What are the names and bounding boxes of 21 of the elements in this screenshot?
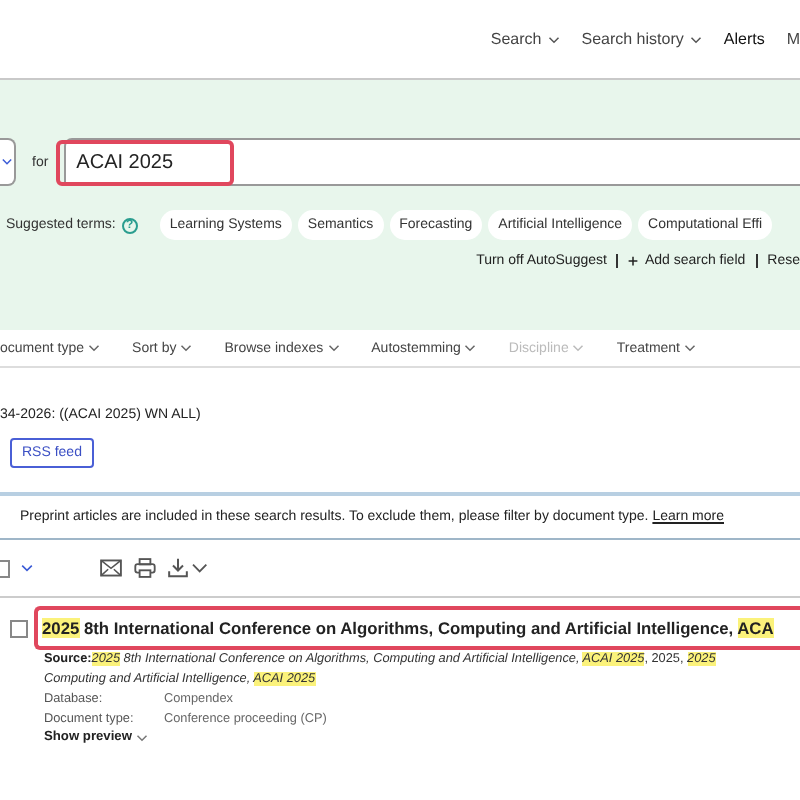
chevron-icon xyxy=(88,344,101,352)
email-icon[interactable] xyxy=(100,558,122,578)
nav-link[interactable]: M xyxy=(786,30,800,48)
field-dropdown[interactable] xyxy=(0,138,16,186)
caret-icon xyxy=(2,158,12,166)
caret-icon[interactable] xyxy=(20,564,34,572)
chevron-icon xyxy=(464,344,477,352)
nav-link[interactable]: Search xyxy=(490,30,560,48)
result-checkbox[interactable] xyxy=(10,619,28,637)
chevron-icon xyxy=(327,344,340,352)
print-icon[interactable] xyxy=(134,558,156,578)
download-icon[interactable] xyxy=(168,558,208,578)
chevron-icon xyxy=(684,344,696,352)
nav-link[interactable]: Search history xyxy=(581,30,702,48)
chevron-icon xyxy=(572,344,585,352)
plus-icon xyxy=(628,256,639,266)
nav-link[interactable]: Alerts xyxy=(723,30,765,48)
chevron-icon xyxy=(135,733,148,741)
result-title-link[interactable]: 2025 8th International Conference on Algorithms, Computing and Artificial Intelligence, ACA xyxy=(34,606,800,650)
chevron-icon xyxy=(180,344,193,352)
select-all-checkbox[interactable] xyxy=(0,559,10,577)
